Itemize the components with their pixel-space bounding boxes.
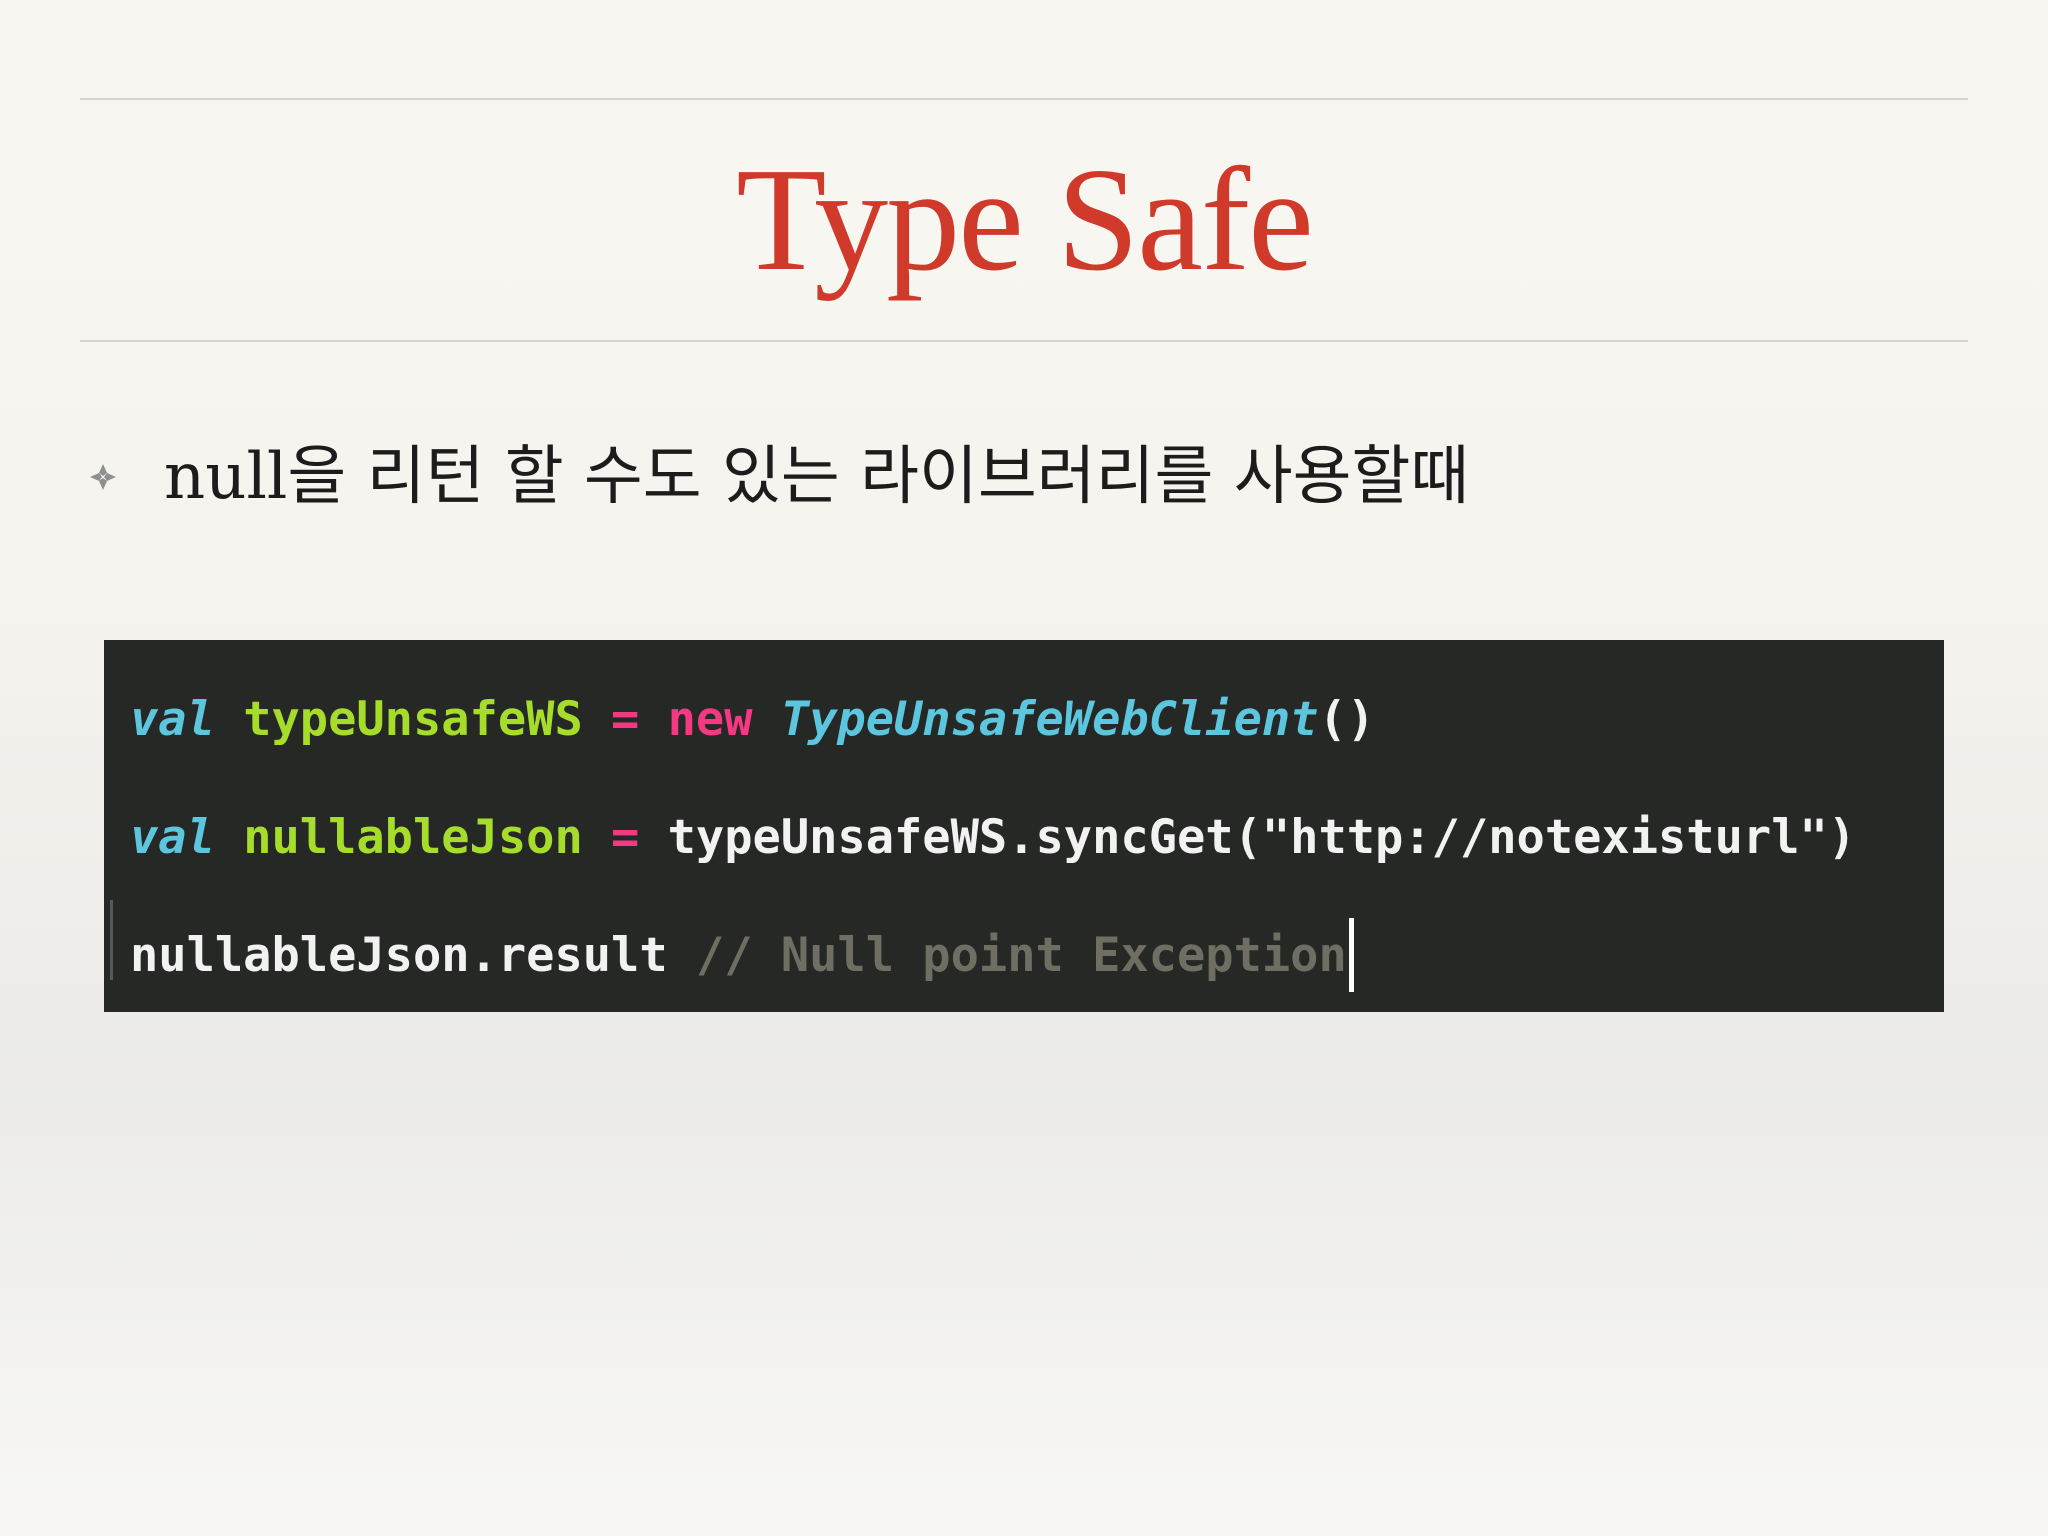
- bottom-divider: [80, 340, 1968, 342]
- keyword-val: val: [130, 691, 215, 747]
- method-call: typeUnsafeWS.syncGet("http://notexisturl…: [667, 809, 1857, 865]
- assign-operator: =: [611, 691, 640, 747]
- top-divider: [80, 98, 1968, 100]
- parens: (): [1318, 691, 1376, 747]
- property-access: nullableJson.result: [130, 927, 668, 983]
- bullet-item: null을 리턴 할 수도 있는 라이브러리를 사용할때: [88, 432, 1968, 522]
- fleuron-diamond-icon: [88, 462, 118, 492]
- variable-name: nullableJson: [243, 809, 583, 865]
- slide-title: Type Safe: [736, 138, 1314, 302]
- text-cursor: [1348, 918, 1354, 992]
- code-line-2: val nullableJson = typeUnsafeWS.syncGet(…: [130, 778, 1944, 896]
- code-screenshot: val typeUnsafeWS = new TypeUnsafeWebClie…: [104, 640, 1944, 1012]
- code-comment: // Null point Exception: [695, 927, 1347, 983]
- bullet-text: null을 리턴 할 수도 있는 라이브러리를 사용할때: [164, 440, 1470, 514]
- keyword-val: val: [130, 809, 215, 865]
- gutter-marker: [110, 900, 113, 980]
- keyword-new: new: [667, 691, 753, 747]
- code-line-3: nullableJson.result // Null point Except…: [130, 896, 1944, 1014]
- variable-name: typeUnsafeWS: [243, 691, 583, 747]
- class-name: TypeUnsafeWebClient: [780, 691, 1319, 747]
- assign-operator: =: [611, 809, 640, 865]
- code-line-1: val typeUnsafeWS = new TypeUnsafeWebClie…: [130, 660, 1944, 778]
